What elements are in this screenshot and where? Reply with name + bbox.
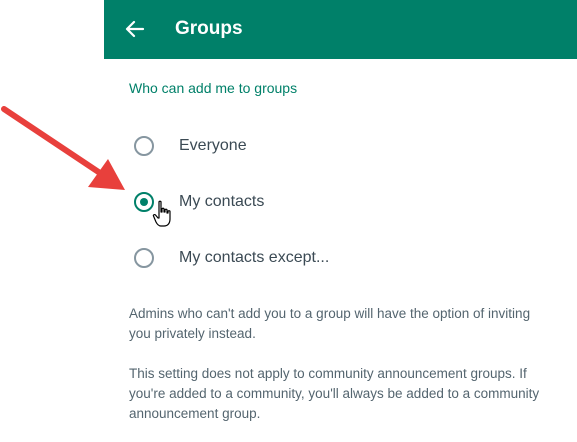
- radio-selected-dot: [140, 198, 148, 206]
- option-my-contacts-except[interactable]: My contacts except...: [104, 238, 504, 278]
- radio-my-contacts-except[interactable]: [134, 248, 154, 268]
- left-margin: [0, 0, 104, 442]
- option-label-my-contacts-except: My contacts except...: [179, 249, 330, 266]
- back-button[interactable]: [122, 16, 148, 42]
- info-text-community: This setting does not apply to community…: [129, 366, 540, 421]
- option-label-everyone: Everyone: [179, 137, 247, 154]
- option-my-contacts[interactable]: My contacts: [104, 182, 504, 222]
- arrow-left-icon: [125, 20, 145, 38]
- info-text-admins: Admins who can't add you to a group will…: [129, 306, 531, 341]
- option-everyone[interactable]: Everyone: [104, 126, 504, 166]
- page-title: Groups: [175, 18, 243, 39]
- section-label: Who can add me to groups: [129, 80, 298, 96]
- radio-everyone[interactable]: [134, 136, 154, 156]
- radio-my-contacts[interactable]: [134, 192, 154, 212]
- groups-header: Groups: [104, 0, 577, 59]
- groups-settings-panel: Who can add me to groups Everyone My con…: [104, 59, 577, 442]
- option-label-my-contacts: My contacts: [179, 193, 265, 210]
